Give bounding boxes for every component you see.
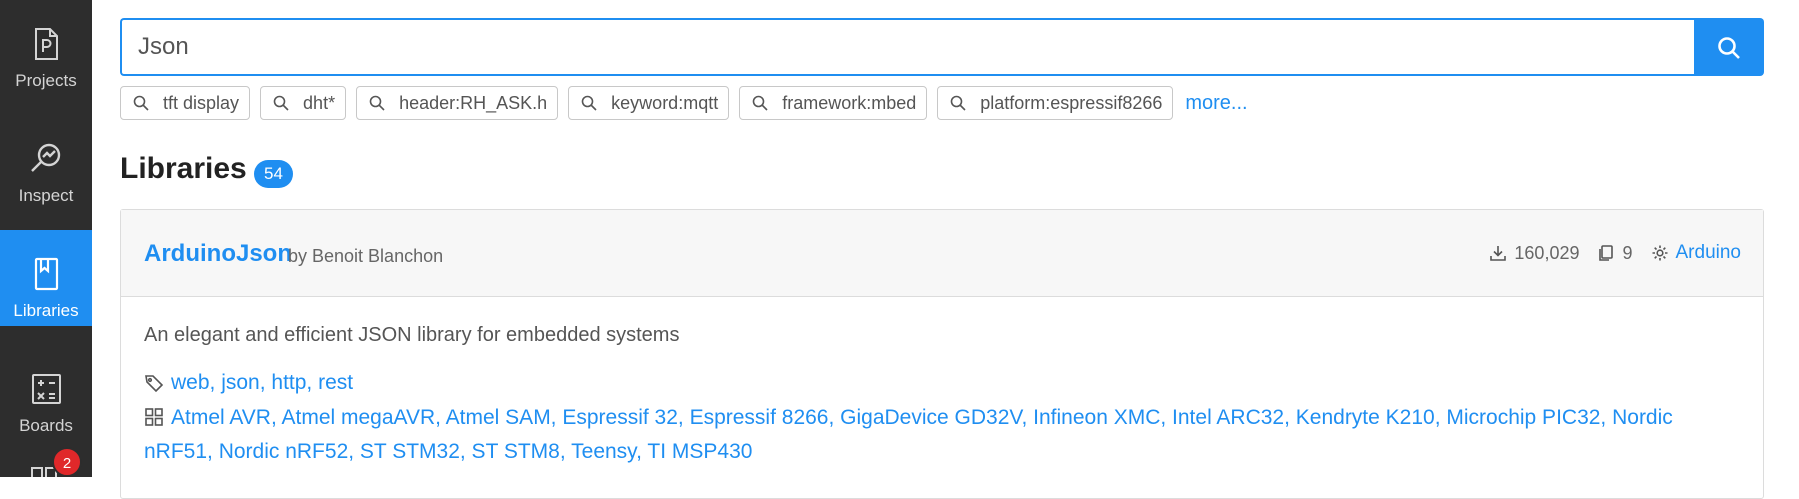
sidebar-item-boards[interactable]: Boards bbox=[0, 345, 92, 441]
suggestion-chip-label: header:RH_ASK.h bbox=[399, 92, 548, 113]
search-icon bbox=[1716, 36, 1742, 64]
page-title: Libraries bbox=[120, 152, 247, 185]
suggestion-chip-label: platform:espressif8266 bbox=[980, 92, 1163, 113]
library-stats: 160,029 9 Arduino bbox=[1471, 242, 1741, 264]
notification-badge: 2 bbox=[52, 447, 82, 477]
author-name: Benoit Blanchon bbox=[312, 246, 444, 266]
search-icon bbox=[273, 95, 289, 111]
sidebar-item-inspect[interactable]: Inspect bbox=[0, 115, 92, 211]
suggestion-chip[interactable]: platform:espressif8266 bbox=[937, 86, 1174, 120]
search-button[interactable] bbox=[1694, 18, 1764, 76]
library-description: An elegant and efficient JSON library fo… bbox=[144, 324, 680, 346]
suggestion-chip-label: keyword:mqtt bbox=[611, 92, 719, 113]
platforms-links[interactable]: Atmel AVR, Atmel megaAVR, Atmel SAM, Esp… bbox=[144, 406, 1673, 463]
sidebar-item-label: Libraries bbox=[13, 301, 79, 320]
keywords-links[interactable]: web, json, http, rest bbox=[171, 371, 353, 395]
suggestion-chip[interactable]: framework:mbed bbox=[739, 86, 928, 120]
library-card: ArduinoJson by Benoit Blanchon 160,029 9 … bbox=[120, 209, 1764, 499]
downloads-stat: 160,029 bbox=[1489, 243, 1579, 264]
library-author: by Benoit Blanchon bbox=[288, 246, 443, 267]
boards-calculator-icon bbox=[28, 371, 64, 407]
sidebar: Projects Inspect Libraries Boards 2 bbox=[0, 0, 92, 477]
framework-link[interactable]: Arduino bbox=[1676, 242, 1742, 264]
suggestion-chip-label: dht* bbox=[303, 92, 336, 113]
tag-icon bbox=[145, 375, 164, 393]
examples-count: 9 bbox=[1622, 242, 1633, 263]
suggestion-chip[interactable]: header:RH_ASK.h bbox=[356, 86, 559, 120]
projects-file-icon bbox=[28, 26, 64, 62]
download-icon bbox=[1490, 246, 1507, 261]
sidebar-item-projects[interactable]: Projects bbox=[0, 0, 92, 96]
copy-files-icon bbox=[1599, 245, 1614, 261]
suggestion-chip-label: tft display bbox=[163, 92, 240, 113]
library-keywords: web, json, http, rest bbox=[144, 371, 353, 395]
more-suggestions-link[interactable]: more... bbox=[1185, 92, 1247, 115]
search-icon bbox=[752, 95, 768, 111]
downloads-count: 160,029 bbox=[1514, 242, 1580, 263]
results-count-badge: 54 bbox=[254, 160, 293, 188]
search-icon bbox=[950, 95, 966, 111]
framework-stat: Arduino bbox=[1651, 242, 1742, 264]
search-icon bbox=[581, 95, 597, 111]
inspect-icon bbox=[28, 141, 64, 177]
search-suggestions: tft display dht* header:RH_ASK.h keyword… bbox=[120, 86, 1248, 120]
suggestion-chip[interactable]: tft display bbox=[120, 86, 251, 120]
suggestion-chip[interactable]: keyword:mqtt bbox=[568, 86, 730, 120]
sidebar-item-label: Projects bbox=[15, 71, 77, 90]
search-icon bbox=[369, 95, 385, 111]
library-platforms: Atmel AVR, Atmel megaAVR, Atmel SAM, Esp… bbox=[144, 402, 1744, 467]
search-icon bbox=[133, 95, 149, 111]
suggestion-chip[interactable]: dht* bbox=[260, 86, 347, 120]
sidebar-item-label: Inspect bbox=[18, 186, 74, 205]
grid-icon bbox=[144, 405, 171, 436]
library-name-link[interactable]: ArduinoJson bbox=[144, 240, 292, 268]
examples-stat: 9 bbox=[1597, 242, 1633, 264]
library-card-header: ArduinoJson by Benoit Blanchon 160,029 9 … bbox=[121, 210, 1763, 297]
suggestion-chip-label: framework:mbed bbox=[782, 92, 917, 113]
by-label: by bbox=[288, 246, 308, 266]
gear-icon bbox=[1652, 245, 1667, 261]
sidebar-item-libraries[interactable]: Libraries bbox=[0, 230, 92, 326]
libraries-book-icon bbox=[28, 256, 64, 292]
sidebar-item-label: Boards bbox=[19, 416, 73, 435]
search-input[interactable] bbox=[120, 18, 1694, 76]
